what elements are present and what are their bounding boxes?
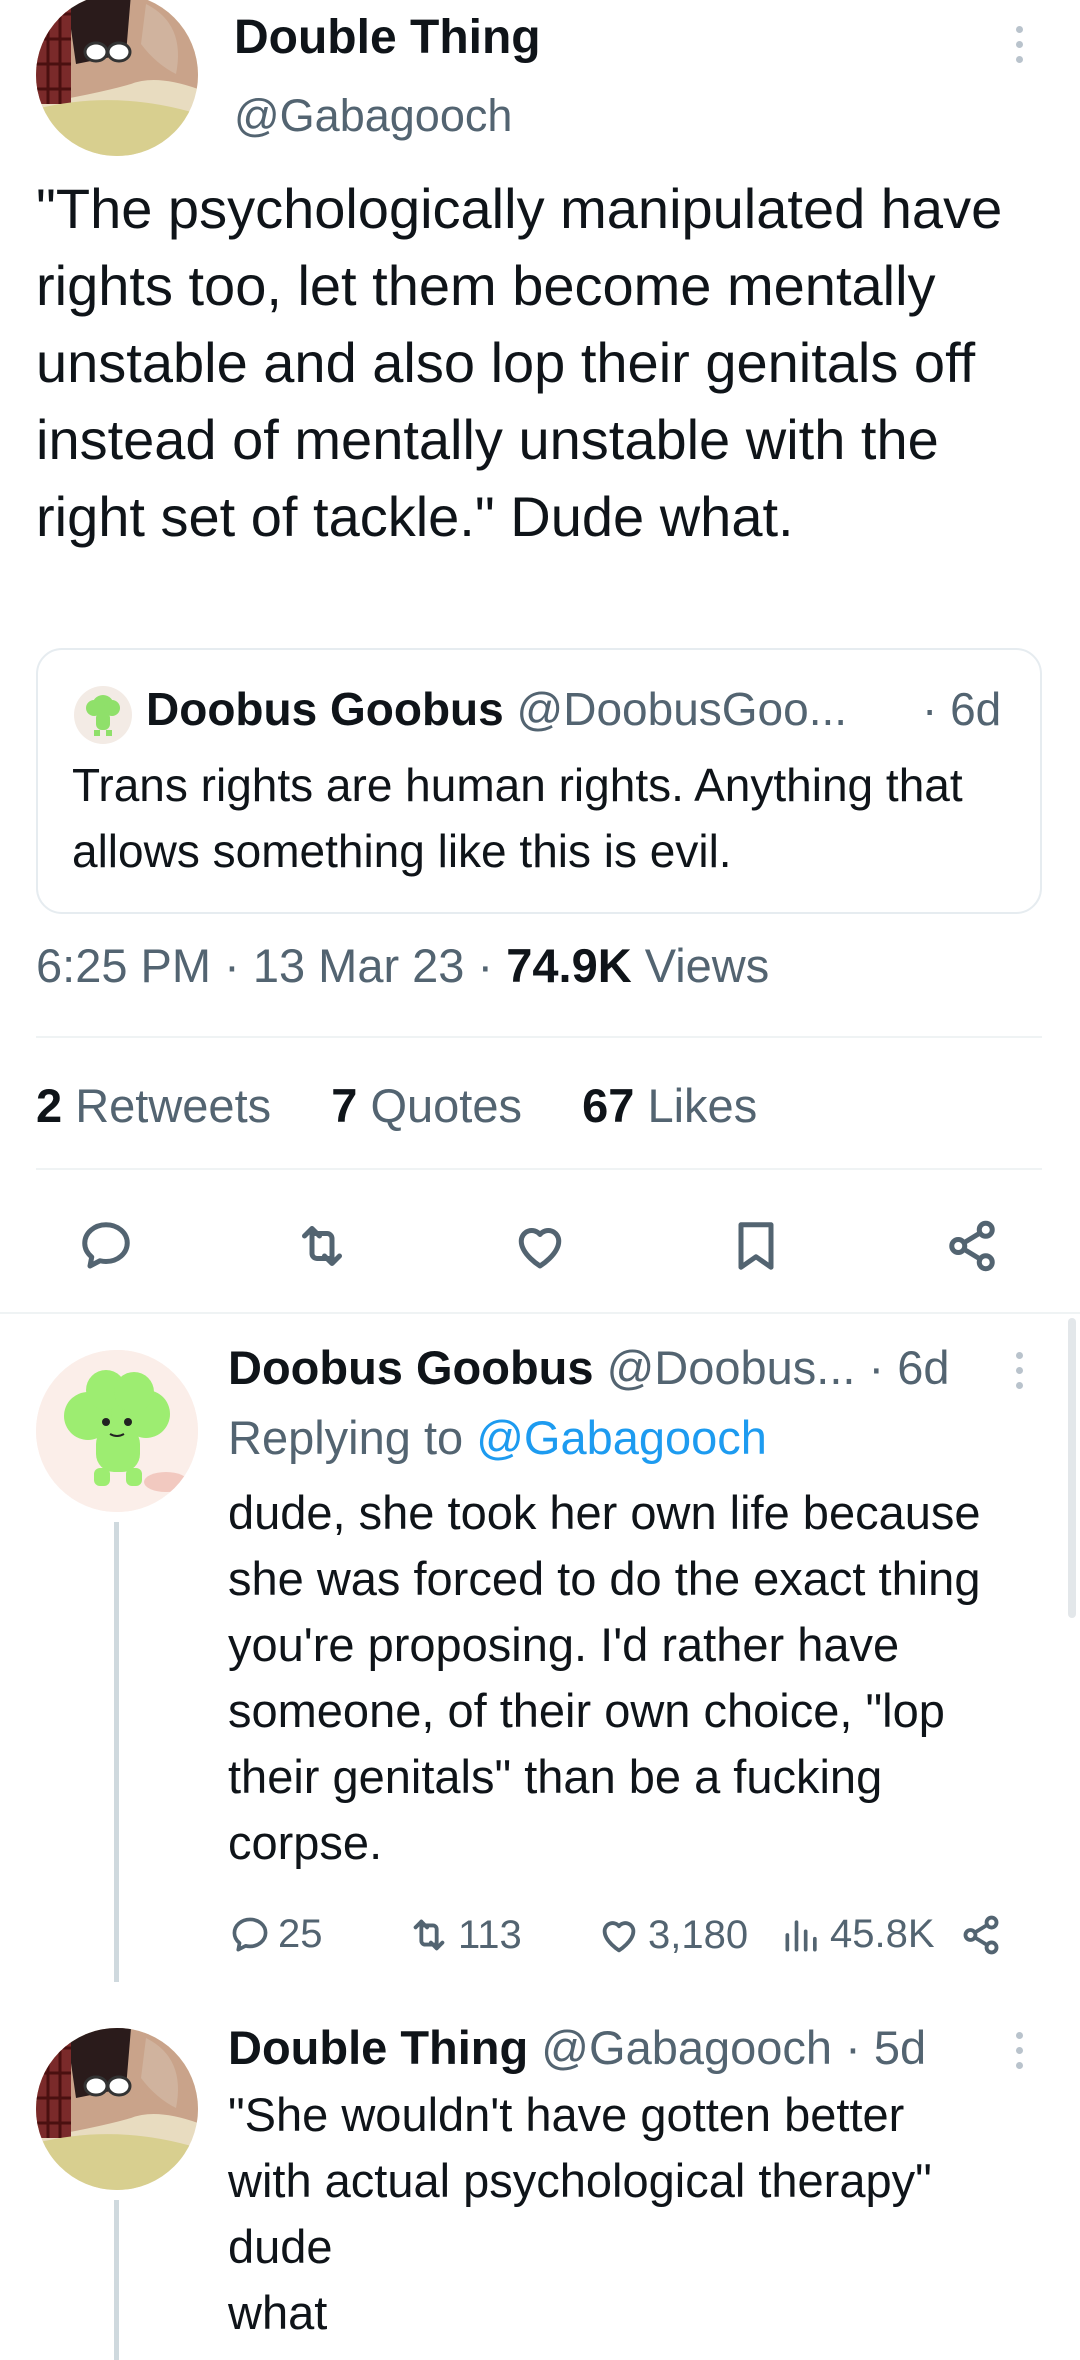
like-count-button[interactable]: 3,180 xyxy=(596,1912,748,1958)
like-count: 3,180 xyxy=(648,1912,749,1957)
quoted-time: · 6d xyxy=(922,683,1002,735)
reply-text-line: dude xyxy=(228,2220,333,2273)
retweets-stat[interactable]: 2 Retweets xyxy=(36,1079,271,1132)
reply-text-line: "She wouldn't have gotten better xyxy=(228,2088,905,2141)
reply-author-name[interactable]: Doobus Goobus xyxy=(228,1341,594,1394)
avatar-image xyxy=(86,695,120,736)
reply-action-bar: 25 113 3,180 45.8K xyxy=(228,1906,1048,1966)
reply-author-avatar[interactable] xyxy=(36,1350,198,1512)
thread-line xyxy=(114,1522,119,1982)
tweet-text: "The psychologically manipulated have ri… xyxy=(36,177,1003,548)
likes-label: Likes xyxy=(647,1079,758,1132)
quoted-text: Trans rights are human rights. Anything … xyxy=(72,759,963,877)
reply-author-handle[interactable]: @Doobus... xyxy=(607,1341,856,1394)
reply-text-line: she was forced to do the exact thing xyxy=(228,1552,981,1605)
retweet-count: 113 xyxy=(458,1912,522,1957)
divider xyxy=(36,1036,1042,1038)
reply-text-line: you're proposing. I'd rather have xyxy=(228,1618,900,1671)
separator: · xyxy=(224,939,240,992)
more-options-icon[interactable] xyxy=(1016,1352,1028,1397)
separator: · xyxy=(477,939,494,992)
reply-header: Doobus Goobus @Doobus... · 6d xyxy=(228,1340,950,1395)
share-button[interactable] xyxy=(958,1912,1004,1958)
views-count[interactable]: 74.9K xyxy=(506,939,631,992)
reply-text-line: with actual psychological therapy" xyxy=(228,2154,932,2207)
quoted-author-avatar xyxy=(74,686,132,744)
retweet-button[interactable] xyxy=(286,1210,358,1282)
views-icon xyxy=(785,1919,817,1951)
avatar-image xyxy=(36,1350,198,1512)
tweet-meta: 6:25 PM · 13 Mar 23 · 74.9K Views xyxy=(36,938,769,993)
retweet-icon xyxy=(413,1919,445,1951)
tweet-date: 13 Mar 23 xyxy=(252,939,465,992)
tweet-time: 6:25 PM xyxy=(36,939,212,992)
author-avatar[interactable] xyxy=(36,0,198,156)
bookmark-icon xyxy=(738,1222,774,1270)
engagement-stats: 2 Retweets 7 Quotes 67 Likes xyxy=(36,1078,757,1133)
reply-header: Double Thing @Gabagooch · 5d xyxy=(228,2020,926,2075)
reply-author-name[interactable]: Double Thing xyxy=(228,2021,528,2074)
retweets-count: 2 xyxy=(36,1079,63,1132)
share-icon xyxy=(949,1220,995,1272)
quoted-tweet-card[interactable]: Doobus Goobus @DoobusGoo... · 6d Trans r… xyxy=(36,648,1042,914)
replying-to: Replying to @Gabagooch xyxy=(228,1410,767,1465)
replying-to-handle[interactable]: @Gabagooch xyxy=(476,1411,767,1464)
author-name[interactable]: Double Thing xyxy=(234,10,541,65)
quoted-author-handle: @DoobusGoo... xyxy=(516,683,848,735)
reply-time: · 6d xyxy=(868,1341,950,1394)
reply-text-line: their genitals" than be a fucking xyxy=(228,1750,883,1803)
author-handle[interactable]: @Gabagooch xyxy=(234,90,512,142)
quoted-header: Doobus Goobus @DoobusGoo... xyxy=(146,682,847,736)
more-options-icon[interactable] xyxy=(1016,2032,1028,2077)
retweets-label: Retweets xyxy=(75,1079,272,1132)
thread-line xyxy=(114,2200,119,2360)
retweet-icon xyxy=(302,1226,342,1266)
reply-button[interactable] xyxy=(70,1210,142,1282)
avatar-image xyxy=(36,0,198,156)
more-options-icon[interactable] xyxy=(1016,26,1028,71)
reply-count-button[interactable]: 25 xyxy=(228,1912,323,1957)
like-icon xyxy=(518,1228,562,1269)
views-label[interactable]: Views xyxy=(645,939,770,992)
reply-text-line: corpse. xyxy=(228,1816,383,1869)
quotes-label: Quotes xyxy=(370,1079,522,1132)
quoted-author-name: Doobus Goobus xyxy=(146,683,504,735)
divider xyxy=(36,1168,1042,1170)
avatar-image xyxy=(36,2028,198,2190)
reply-text: dude, she took her own life because she … xyxy=(228,1480,981,1876)
bookmark-button[interactable] xyxy=(720,1210,792,1282)
reply-author-avatar[interactable] xyxy=(36,2028,198,2190)
share-icon xyxy=(963,1915,999,1955)
reply-text-line: what xyxy=(228,2286,328,2339)
like-icon xyxy=(602,1921,636,1953)
reply-icon xyxy=(82,1222,130,1269)
section-divider xyxy=(0,1312,1080,1314)
quotes-stat[interactable]: 7 Quotes xyxy=(331,1079,522,1132)
reply-time: · 5d xyxy=(845,2021,927,2074)
share-button[interactable] xyxy=(936,1210,1008,1282)
likes-count: 67 xyxy=(582,1079,635,1132)
views-count-button[interactable]: 45.8K xyxy=(780,1912,935,1957)
likes-stat[interactable]: 67 Likes xyxy=(582,1079,757,1132)
reply-icon xyxy=(232,1917,268,1951)
reply-author-handle[interactable]: @Gabagooch xyxy=(541,2021,832,2074)
scrollbar[interactable] xyxy=(1068,1318,1076,1618)
like-button[interactable] xyxy=(504,1210,576,1282)
reply-count: 25 xyxy=(278,1912,323,1956)
views-count: 45.8K xyxy=(830,1912,935,1956)
reply-text: "She wouldn't have gotten better with ac… xyxy=(228,2082,932,2346)
reply-text-line: someone, of their own choice, "lop xyxy=(228,1684,945,1737)
quotes-count: 7 xyxy=(331,1079,358,1132)
replying-to-label: Replying to xyxy=(228,1411,464,1464)
retweet-count-button[interactable]: 113 xyxy=(406,1912,522,1958)
reply-text-line: dude, she took her own life because xyxy=(228,1486,981,1539)
